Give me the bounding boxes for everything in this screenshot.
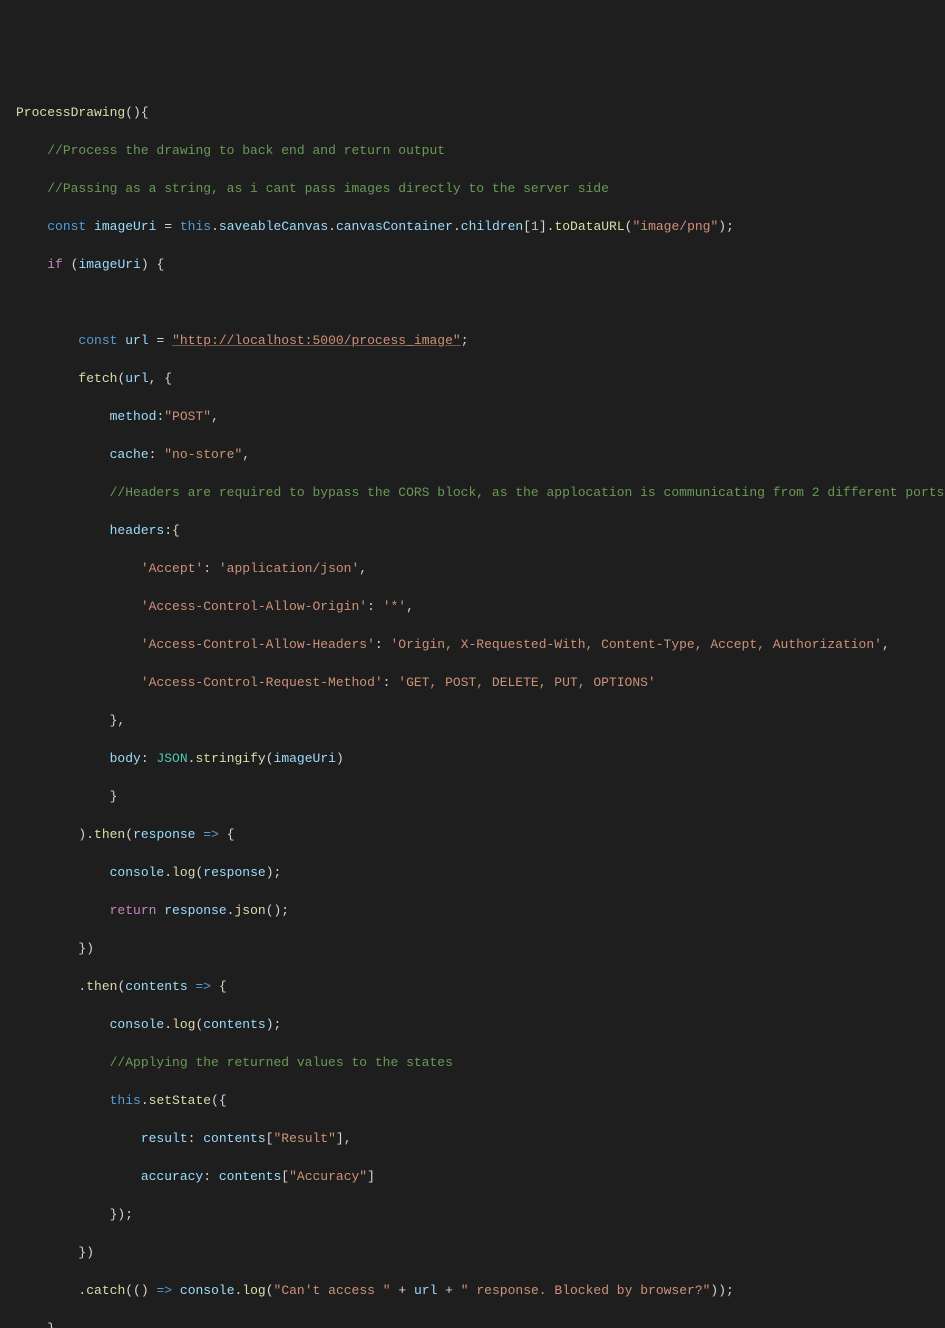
code-line: }, (8, 711, 945, 730)
code-line: ).then(response => { (8, 825, 945, 844)
code-line: } (8, 1319, 945, 1328)
code-line: headers:{ (8, 521, 945, 540)
code-line: }) (8, 939, 945, 958)
code-line: 'Access-Control-Allow-Origin': '*', (8, 597, 945, 616)
code-line: method:"POST", (8, 407, 945, 426)
code-line: ProcessDrawing(){ (8, 103, 945, 122)
url-string: "http://localhost:5000/process_image" (172, 333, 461, 348)
variable: imageUri (94, 219, 156, 234)
code-line: const url = "http://localhost:5000/proce… (8, 331, 945, 350)
code-line: this.setState({ (8, 1091, 945, 1110)
code-editor[interactable]: ProcessDrawing(){ //Process the drawing … (0, 84, 945, 1328)
code-line: //Process the drawing to back end and re… (8, 141, 945, 160)
code-line: .catch(() => console.log("Can't access "… (8, 1281, 945, 1300)
comment: //Process the drawing to back end and re… (47, 143, 445, 158)
code-line: result: contents["Result"], (8, 1129, 945, 1148)
this-keyword: this (180, 219, 211, 234)
comment: //Passing as a string, as i cant pass im… (47, 181, 609, 196)
code-line: console.log(contents); (8, 1015, 945, 1034)
code-line: fetch(url, { (8, 369, 945, 388)
code-line: } (8, 787, 945, 806)
code-line (8, 293, 945, 312)
code-line: return response.json(); (8, 901, 945, 920)
keyword: const (47, 219, 86, 234)
code-line: 'Accept': 'application/json', (8, 559, 945, 578)
code-line: //Passing as a string, as i cant pass im… (8, 179, 945, 198)
code-line: .then(contents => { (8, 977, 945, 996)
punct: (){ (125, 105, 148, 120)
code-line: 'Access-Control-Request-Method': 'GET, P… (8, 673, 945, 692)
code-line: body: JSON.stringify(imageUri) (8, 749, 945, 768)
code-line: if (imageUri) { (8, 255, 945, 274)
code-line: cache: "no-store", (8, 445, 945, 464)
code-line: 'Access-Control-Allow-Headers': 'Origin,… (8, 635, 945, 654)
code-line: //Applying the returned values to the st… (8, 1053, 945, 1072)
code-line: accuracy: contents["Accuracy"] (8, 1167, 945, 1186)
code-line: }); (8, 1205, 945, 1224)
if-keyword: if (47, 257, 63, 272)
function-name: ProcessDrawing (16, 105, 125, 120)
code-line: console.log(response); (8, 863, 945, 882)
code-line: }) (8, 1243, 945, 1262)
code-line: //Headers are required to bypass the COR… (8, 483, 945, 502)
code-line: const imageUri = this.saveableCanvas.can… (8, 217, 945, 236)
